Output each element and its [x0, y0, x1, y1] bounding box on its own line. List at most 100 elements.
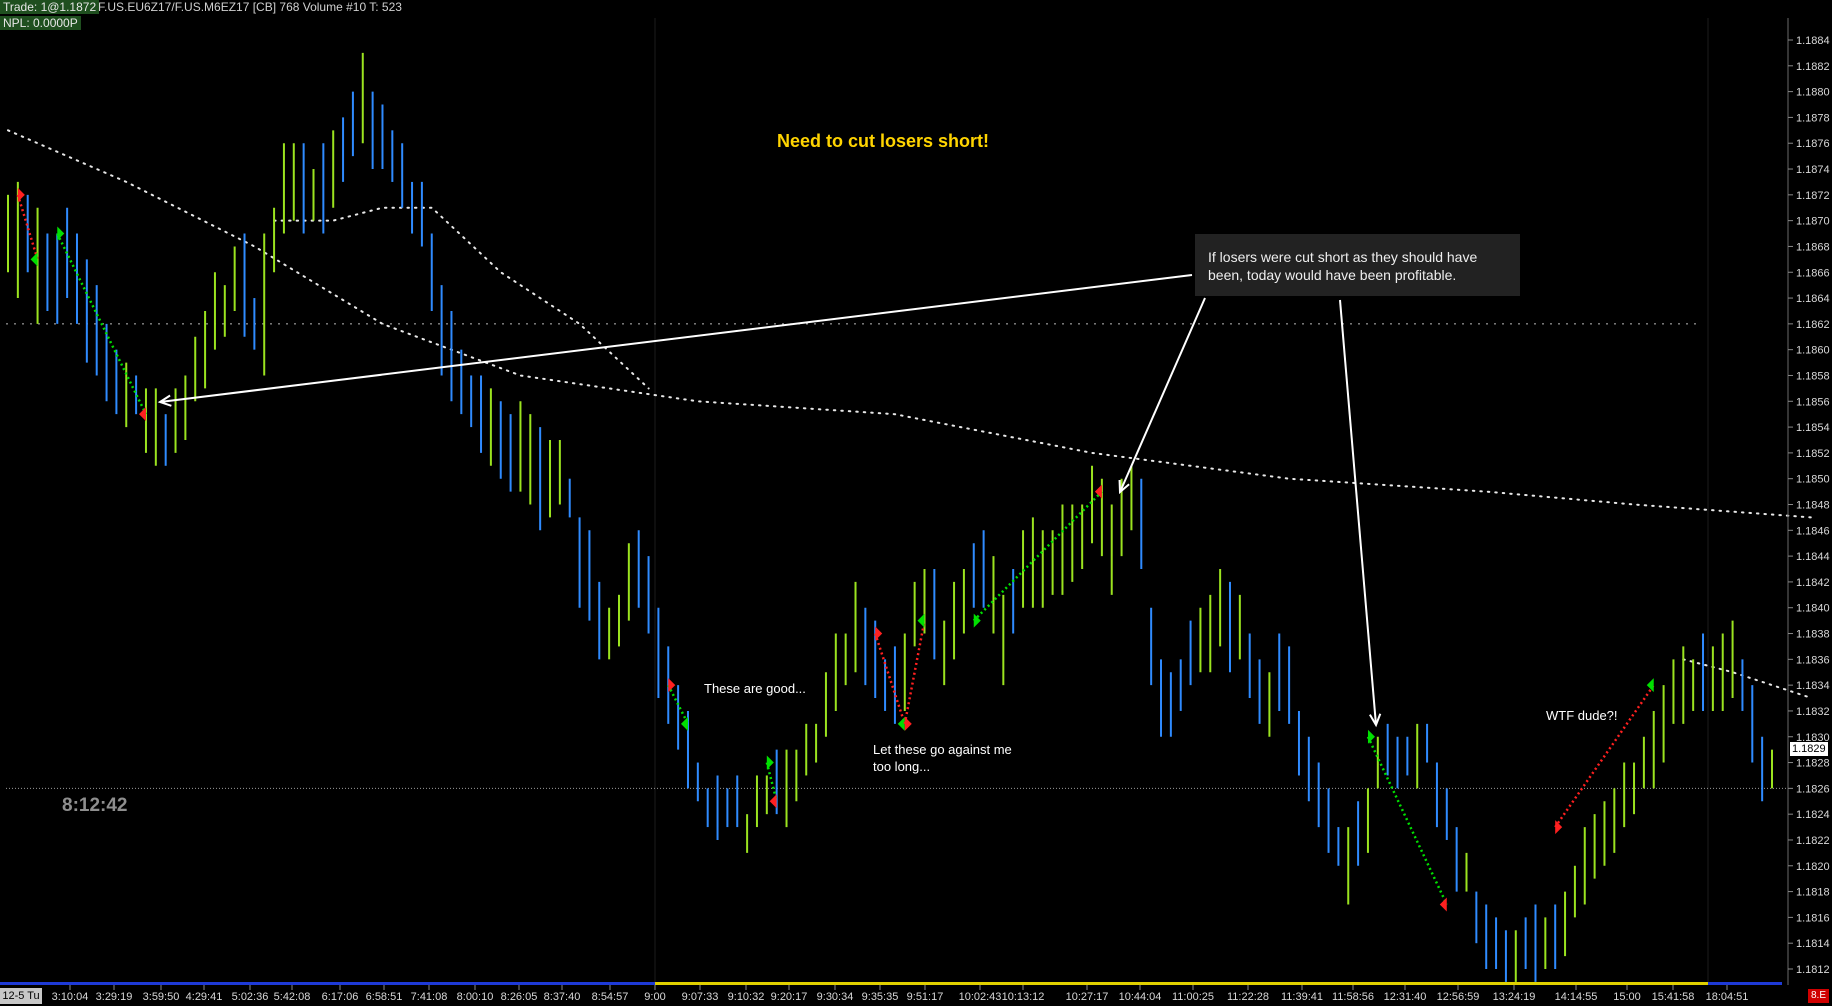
time-tick-label: 8:54:57: [592, 991, 629, 1003]
time-tick-label: 9:35:35: [862, 991, 899, 1003]
main-annotation: Need to cut losers short!: [777, 131, 990, 151]
time-tick-label: 15:00: [1613, 991, 1641, 1003]
price-tick-label: 1.1878: [1796, 112, 1830, 124]
price-tick-label: 1.1884: [1796, 35, 1830, 47]
annotation-arrow: [1339, 299, 1377, 726]
trade-entry-marker: [17, 187, 25, 202]
time-tick-label: 6:58:51: [366, 991, 403, 1003]
price-tick-label: 1.1812: [1796, 964, 1830, 976]
price-tick-label: 1.1826: [1796, 783, 1830, 795]
price-tick-label: 1.1844: [1796, 551, 1830, 563]
time-tick-label: 9:00: [644, 991, 665, 1003]
time-tick-label: 10:44:04: [1119, 991, 1162, 1003]
time-tick-label: 8:26:05: [501, 991, 538, 1003]
annotation-arrow: [159, 274, 1193, 403]
trade-exit-marker: [680, 716, 688, 731]
price-tick-label: 1.1832: [1796, 706, 1830, 718]
time-tick-label: 10:13:12: [1002, 991, 1045, 1003]
price-tick-label: 1.1854: [1796, 422, 1830, 434]
price-tick-label: 1.1862: [1796, 319, 1830, 331]
price-tick-label: 1.1868: [1796, 241, 1830, 253]
price-tick-label: 1.1852: [1796, 448, 1830, 460]
annotation-arrow: [1119, 297, 1206, 493]
price-tick-label: 1.1838: [1796, 629, 1830, 641]
price-tick-label: 1.1870: [1796, 216, 1830, 228]
time-tick-label: 12:31:40: [1384, 991, 1427, 1003]
time-tick-label: 9:51:17: [907, 991, 944, 1003]
time-axis-highlight: [655, 982, 1708, 985]
trade-line: [765, 762, 778, 802]
trade-line: [874, 633, 906, 725]
time-tick-label: 11:39:41: [1281, 991, 1323, 1003]
price-tick-label: 1.1850: [1796, 474, 1830, 486]
price-tick-label: 1.1872: [1796, 190, 1830, 202]
price-tick-label: 1.1882: [1796, 61, 1830, 73]
time-tick-label: 6:17:06: [322, 991, 359, 1003]
time-tick-label: 8:00:10: [457, 991, 494, 1003]
price-tick-label: 1.1840: [1796, 603, 1830, 615]
time-tick-label: 12:56:59: [1437, 991, 1480, 1003]
time-tick-label: 11:00:25: [1172, 991, 1214, 1003]
time-tick-label: 10:27:17: [1066, 991, 1109, 1003]
time-tick-label: 7:41:08: [411, 991, 448, 1003]
price-tick-label: 1.1824: [1796, 809, 1830, 821]
price-tick-label: 1.1866: [1796, 267, 1830, 279]
price-tick-label: 1.1836: [1796, 654, 1830, 666]
time-tick-label: 3:29:19: [96, 991, 133, 1003]
trade-entry-marker: [875, 626, 883, 641]
time-tick-label: 9:07:33: [682, 991, 719, 1003]
time-tick-label: 4:29:41: [186, 991, 223, 1003]
trade-exit-marker: [1439, 897, 1447, 912]
price-tick-label: 1.1828: [1796, 758, 1830, 770]
price-tick-label: 1.1818: [1796, 887, 1830, 899]
npl-badge: NPL: 0.0000P: [0, 16, 81, 30]
session-label[interactable]: 12-5 Tu: [0, 988, 42, 1004]
trade-exit-marker: [769, 794, 777, 809]
callout-box: If losers were cut short as they should …: [1195, 234, 1520, 296]
price-tick-label: 1.1858: [1796, 370, 1830, 382]
trade-entry-marker: [904, 716, 912, 731]
trade-info-badge: Trade: 1@1.1872: [0, 0, 100, 14]
time-tick-label: 5:02:36: [232, 991, 269, 1003]
trade-exit-marker: [917, 613, 925, 628]
price-tick-label: 1.1880: [1796, 87, 1830, 99]
time-tick-label: 10:02:43: [959, 991, 1002, 1003]
price-tick-label: 1.1848: [1796, 500, 1830, 512]
time-tick-label: 11:22:28: [1227, 991, 1269, 1003]
wtf-annotation: WTF dude?!: [1546, 708, 1618, 723]
time-tick-label: 9:30:34: [817, 991, 854, 1003]
symbol-info: F.US.EU6Z17/F.US.M6EZ17 [CB] 768 Volume …: [98, 0, 402, 14]
time-tick-label: 13:24:19: [1493, 991, 1536, 1003]
price-tick-label: 1.1834: [1796, 680, 1830, 692]
price-tick-label: 1.1856: [1796, 396, 1830, 408]
time-tick-label: 9:20:17: [771, 991, 808, 1003]
price-tick-label: 1.1820: [1796, 861, 1830, 873]
good-trades-annotation: These are good...: [704, 681, 806, 696]
price-tick-label: 1.1846: [1796, 525, 1830, 537]
bar-timer: 8:12:42: [62, 795, 128, 816]
time-tick-label: 8:37:40: [544, 991, 581, 1003]
price-tick-label: 1.1874: [1796, 164, 1830, 176]
price-tick-label: 1.1816: [1796, 912, 1830, 924]
price-tick-label: 1.1864: [1796, 293, 1830, 305]
time-tick-label: 5:42:08: [274, 991, 311, 1003]
time-tick-label: 3:59:50: [143, 991, 180, 1003]
price-tick-label: 1.1842: [1796, 577, 1830, 589]
time-axis-bar-end: [1708, 982, 1782, 985]
time-tick-label: 3:10:04: [52, 991, 89, 1003]
time-tick-label: 11:58:56: [1332, 991, 1374, 1003]
price-tick-label: 1.1876: [1796, 138, 1830, 150]
corner-badge[interactable]: 8.E: [1808, 989, 1830, 1003]
price-tick-label: 1.1860: [1796, 345, 1830, 357]
time-tick-label: 14:14:55: [1555, 991, 1598, 1003]
trade-entry-marker: [766, 755, 774, 770]
trade-exit-marker: [897, 716, 905, 731]
price-tick-label: 1.1822: [1796, 835, 1830, 847]
time-tick-label: 18:04:51: [1706, 991, 1749, 1003]
price-tick-label: 1.1814: [1796, 938, 1830, 950]
last-price-tag: 1.1829: [1790, 742, 1828, 756]
against-trades-annotation: Let these go against me too long...: [873, 742, 1012, 774]
time-tick-label: 9:10:32: [728, 991, 765, 1003]
trade-exit-marker: [30, 252, 38, 267]
time-tick-label: 15:41:58: [1652, 991, 1695, 1003]
